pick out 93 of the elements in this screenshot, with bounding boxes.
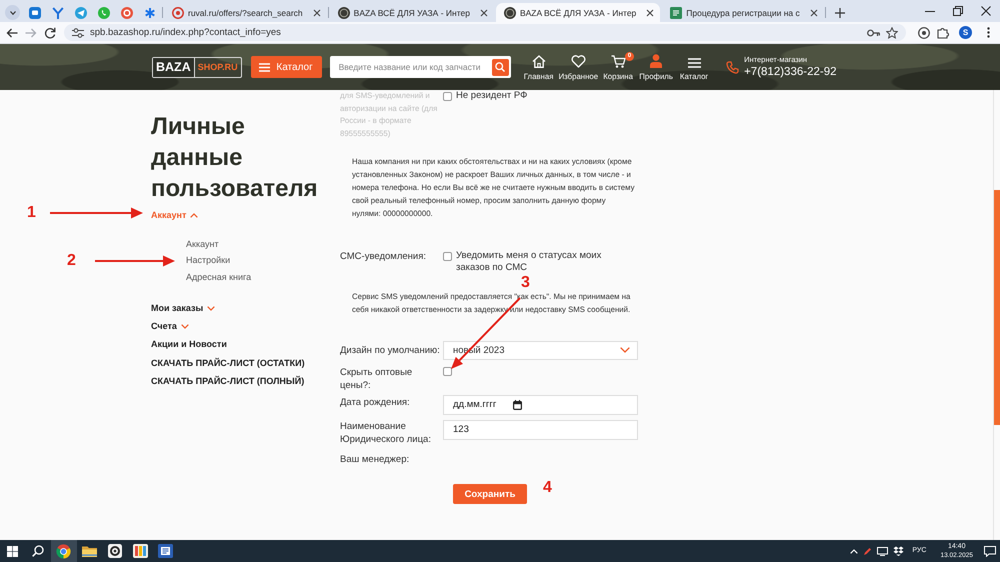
- close-tab-button[interactable]: [808, 6, 820, 18]
- calendar-icon[interactable]: [513, 400, 522, 410]
- round-logo-icon: [504, 6, 516, 18]
- back-arrow-icon: [6, 28, 18, 38]
- document-tile-icon: [158, 544, 174, 558]
- chat-icon: [29, 6, 41, 18]
- speech-bubble-icon: [984, 546, 996, 556]
- minimize-icon: [925, 10, 935, 12]
- site-logo[interactable]: BAZA SHOP.RU: [152, 56, 242, 78]
- paper-plane-icon: [75, 6, 87, 18]
- sidebar-menu-item[interactable]: Счета: [151, 317, 189, 336]
- address-bar[interactable]: spb.bazashop.ru/index.php?contact_info=yes: [64, 24, 906, 41]
- annotation-number: 2: [67, 253, 76, 269]
- phone-icon: [726, 60, 740, 74]
- tune-icon[interactable]: [72, 28, 84, 38]
- close-icon: [646, 8, 654, 16]
- document-tile-icon: [670, 6, 682, 18]
- chevron-down-icon: [10, 10, 16, 14]
- sidebar-menu-item[interactable]: Мои заказы: [151, 298, 216, 318]
- url-text: spb.bazashop.ru/index.php?contact_info=yes: [90, 27, 282, 38]
- taskbar-app[interactable]: [51, 540, 76, 562]
- field-label: Скрыть оптовые цены?:: [340, 366, 414, 393]
- windows-logo-icon: [7, 546, 18, 556]
- close-tab-button[interactable]: [644, 6, 656, 18]
- annotation-number: 4: [543, 480, 552, 496]
- phone-number[interactable]: +7(812)336-22-92: [744, 65, 836, 79]
- chevron-down-icon: [620, 347, 630, 354]
- checkbox[interactable]: [443, 367, 452, 376]
- pen-icon[interactable]: [863, 546, 872, 556]
- checkbox[interactable]: [443, 252, 452, 262]
- checkbox-label: Не резидент РФ: [456, 90, 528, 102]
- search-icon: [32, 545, 44, 557]
- menu-icon: [259, 62, 270, 72]
- notifications-button[interactable]: [984, 546, 996, 556]
- chevron-up-icon: [190, 212, 198, 218]
- circle-tile-icon: [108, 544, 122, 558]
- show-hidden-icons-button[interactable]: [850, 548, 858, 554]
- submenu-item[interactable]: Настройки: [186, 252, 230, 269]
- more-icon: [986, 27, 990, 38]
- asterisk-icon: [144, 6, 156, 18]
- close-icon: [312, 8, 321, 16]
- annotation-number: 3: [521, 275, 530, 291]
- checkbox[interactable]: [443, 92, 452, 101]
- sidebar-menu-item[interactable]: Акции и Новости: [151, 335, 227, 354]
- close-icon: [480, 8, 488, 16]
- browser-tab[interactable]: BAZA ВСЁ ДЛЯ УАЗА - Интер: [330, 3, 494, 22]
- forward-arrow-icon: [25, 28, 37, 38]
- phone-icon: [98, 6, 110, 18]
- ring-icon: [172, 6, 184, 18]
- box-icon[interactable]: [893, 546, 904, 556]
- field-label: Наименование Юридического лица:: [340, 420, 432, 447]
- striped-tile-icon: [132, 544, 148, 558]
- round-logo-icon: [338, 6, 350, 18]
- tab-list-button[interactable]: [5, 5, 20, 20]
- restore-icon: [953, 6, 963, 16]
- text-field[interactable]: 123: [443, 420, 638, 440]
- monitor-icon[interactable]: [877, 546, 888, 556]
- fork-icon: [52, 6, 64, 18]
- sidebar-menu-item[interactable]: СКАЧАТЬ ПРАЙС-ЛИСТ (ПОЛНЫЙ): [151, 372, 304, 390]
- search-field[interactable]: Введите название или код запчасти: [330, 56, 511, 78]
- field-label: Ваш менеджер:: [340, 453, 410, 467]
- browser-tab[interactable]: Процедура регистрации на с: [662, 3, 824, 22]
- folder-icon: [82, 545, 97, 557]
- reload-icon: [44, 26, 56, 38]
- profile-button[interactable]: S: [959, 26, 972, 39]
- chevron-down-icon: [207, 306, 216, 311]
- field-label: Дизайн по умолчанию:: [340, 344, 441, 358]
- puzzle-icon: [937, 26, 949, 38]
- field-label: Дата рождения:: [340, 396, 411, 410]
- close-icon: [810, 8, 818, 16]
- chevron-up-icon: [850, 548, 858, 554]
- key-icon[interactable]: [867, 28, 880, 36]
- close-tab-button[interactable]: [478, 6, 490, 18]
- chrome-icon: [56, 544, 72, 558]
- sidebar-menu-item[interactable]: СКАЧАТЬ ПРАЙС-ЛИСТ (ОСТАТКИ): [151, 354, 305, 372]
- chevron-down-icon: [180, 324, 189, 329]
- browser-tab[interactable]: BAZA ВСЁ ДЛЯ УАЗА - Интер: [496, 3, 660, 22]
- scrollbar-thumb[interactable]: [994, 190, 1000, 425]
- star-icon[interactable]: [886, 26, 898, 38]
- checkbox-label: Уведомить меня о статусах моих заказов по СМС: [456, 250, 602, 274]
- plus-icon: [834, 8, 845, 18]
- circle-logo-icon: [121, 6, 133, 18]
- close-tab-button[interactable]: [310, 6, 323, 18]
- browser-tab[interactable]: ruval.ru/offers/?search_search: [164, 3, 327, 22]
- annotation-number: 1: [27, 205, 36, 221]
- field-label: СМС-уведомления:: [340, 250, 427, 264]
- search-icon: [495, 62, 506, 72]
- date-field[interactable]: дд.мм.гггг: [443, 394, 638, 415]
- submenu-item[interactable]: Аккаунт: [186, 236, 219, 252]
- close-icon: [981, 6, 991, 16]
- submenu-item[interactable]: Адресная книга: [186, 268, 252, 286]
- target-icon: [918, 26, 930, 38]
- page-title: Личные данные пользователя: [151, 112, 319, 204]
